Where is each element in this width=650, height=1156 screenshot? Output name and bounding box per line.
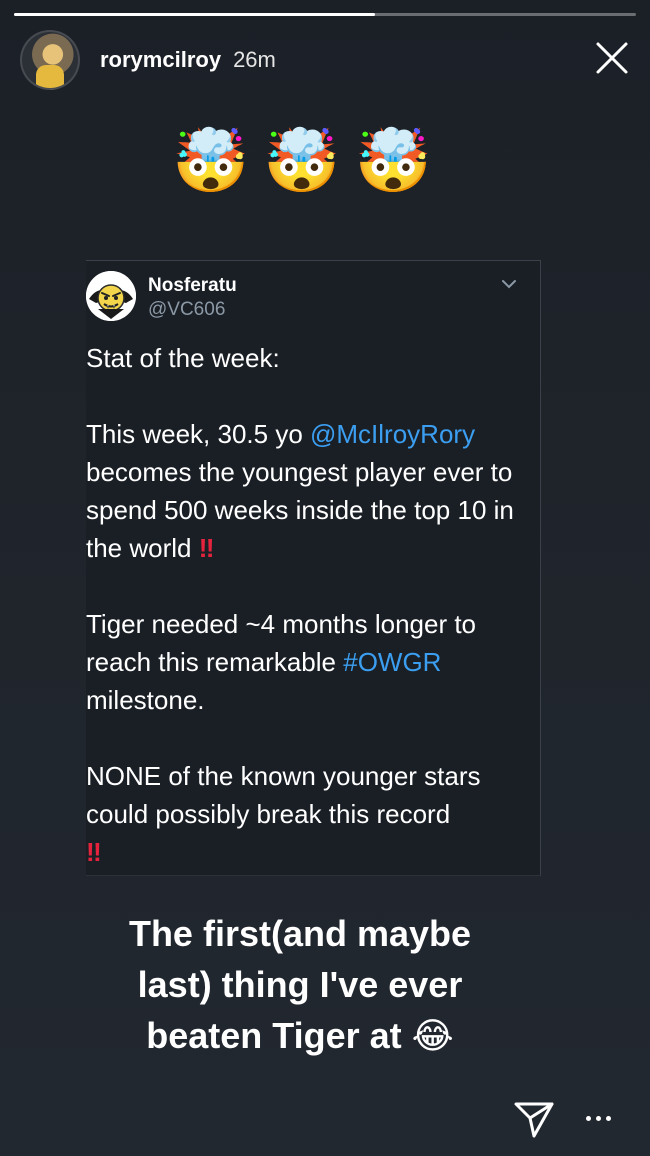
double-exclamation-emoji: ‼	[86, 837, 102, 867]
tweet-text-segment: This week, 30.5 yo	[86, 419, 310, 449]
caption-line: The first(and maybe	[128, 913, 472, 954]
mention-link[interactable]: @McIlroyRory	[310, 419, 475, 449]
tweet-paragraph: Tiger needed ~4 months longer to reach t…	[86, 605, 526, 719]
story-caption: The first(and maybe last) thing I've eve…	[60, 908, 540, 1062]
paper-plane-icon	[514, 1102, 554, 1138]
more-options-button[interactable]	[580, 1104, 616, 1132]
shared-tweet-card[interactable]: Nosferatu @VC606 Stat of the week: This …	[86, 260, 541, 876]
tweet-text: Stat of the week: This week, 30.5 yo @Mc…	[86, 339, 526, 909]
caption-line: beaten Tiger at	[146, 1015, 402, 1056]
nosferatu-avatar-icon	[86, 271, 136, 321]
avatar[interactable]	[20, 30, 80, 90]
exploding-head-emoji: 🤯	[263, 124, 341, 197]
tweet-author-handle[interactable]: @VC606	[148, 299, 225, 321]
tweet-paragraph: Stat of the week:	[86, 339, 526, 377]
laughing-tears-emoji: 😂	[411, 1016, 454, 1057]
tweet-text-segment: milestone.	[86, 685, 205, 715]
tweet-menu-button[interactable]	[500, 275, 518, 293]
tweet-text-segment: NONE of the known younger stars could po…	[86, 761, 481, 829]
double-exclamation-emoji: ‼	[198, 533, 215, 563]
exploding-head-emoji: 🤯	[354, 124, 432, 197]
tweet-paragraph: This week, 30.5 yo @McIlroyRory becomes …	[86, 415, 526, 567]
tweet-paragraph: NONE of the known younger stars could po…	[86, 757, 526, 871]
caption-line: last) thing I've ever	[137, 964, 463, 1005]
close-button[interactable]	[592, 38, 632, 78]
share-button[interactable]	[512, 1096, 556, 1140]
more-dots-icon	[585, 1115, 591, 1121]
emoji-sticker-row: 🤯 🤯 🤯	[0, 130, 604, 192]
tweet-author-name[interactable]: Nosferatu	[148, 275, 237, 297]
story-progress-fill	[14, 13, 375, 16]
chevron-down-icon	[502, 280, 516, 289]
exploding-head-emoji: 🤯	[172, 124, 250, 197]
tweet-avatar	[86, 271, 136, 321]
story-progress-bar	[14, 13, 636, 16]
story-header: rorymcilroy 26m	[20, 30, 632, 90]
hashtag-link[interactable]: #OWGR	[343, 647, 441, 677]
more-dots-icon	[605, 1115, 611, 1121]
close-icon	[596, 42, 628, 74]
tweet-text-segment: becomes the youngest player ever to spen…	[86, 457, 514, 563]
more-dots-icon	[595, 1115, 601, 1121]
post-time: 26m	[233, 47, 276, 72]
tweet-text-segment: Stat of the week:	[86, 343, 280, 373]
username[interactable]: rorymcilroy	[100, 47, 221, 73]
